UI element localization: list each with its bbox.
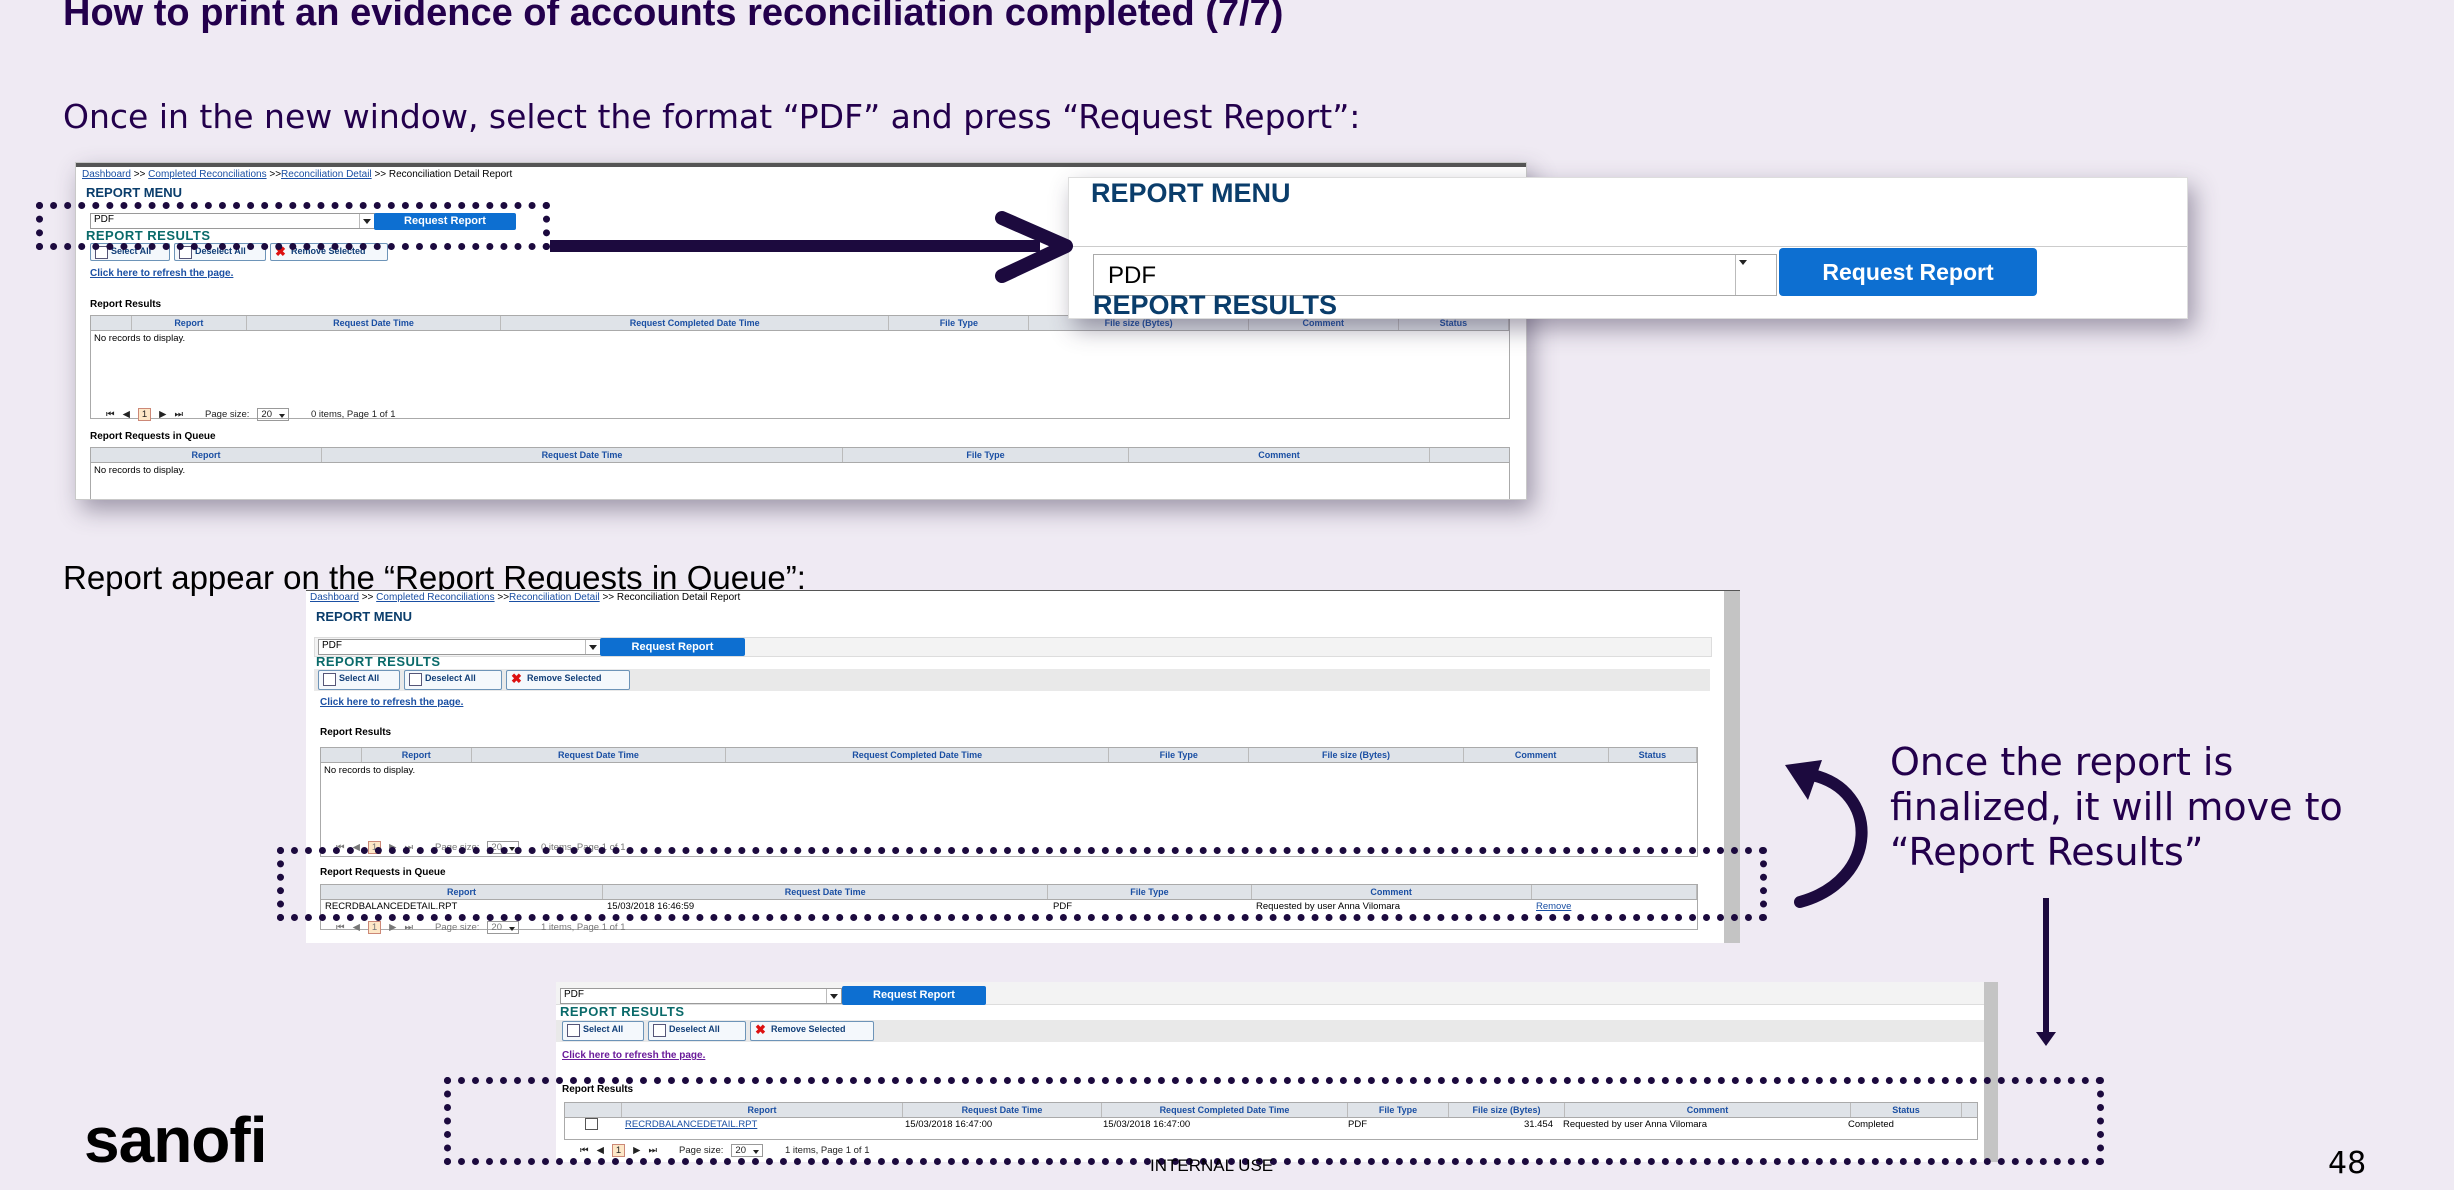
refresh-link[interactable]: Click here to refresh the page.	[562, 1050, 705, 1061]
select-all-button[interactable]: Select All	[562, 1021, 644, 1041]
request-report-button[interactable]: Request Report	[842, 986, 986, 1005]
footer-classification: INTERNAL USE	[1150, 1156, 1274, 1175]
remove-x-icon: ✖	[755, 1022, 766, 1037]
sanofi-logo: sanofi	[84, 1104, 267, 1176]
chevron-down-icon	[826, 989, 841, 1003]
deselect-all-icon	[653, 1024, 666, 1037]
page-number: 48	[2328, 1146, 2367, 1181]
highlight-report-results	[444, 1077, 2104, 1165]
callout-text: Once the report is finalized, it will mo…	[1890, 740, 2343, 874]
remove-selected-button[interactable]: ✖ Remove Selected	[750, 1021, 874, 1041]
deselect-all-button[interactable]: Deselect All	[648, 1021, 746, 1041]
select-all-icon	[567, 1024, 580, 1037]
format-select[interactable]: PDF	[560, 988, 842, 1004]
report-results-heading: REPORT RESULTS	[560, 1004, 685, 1019]
